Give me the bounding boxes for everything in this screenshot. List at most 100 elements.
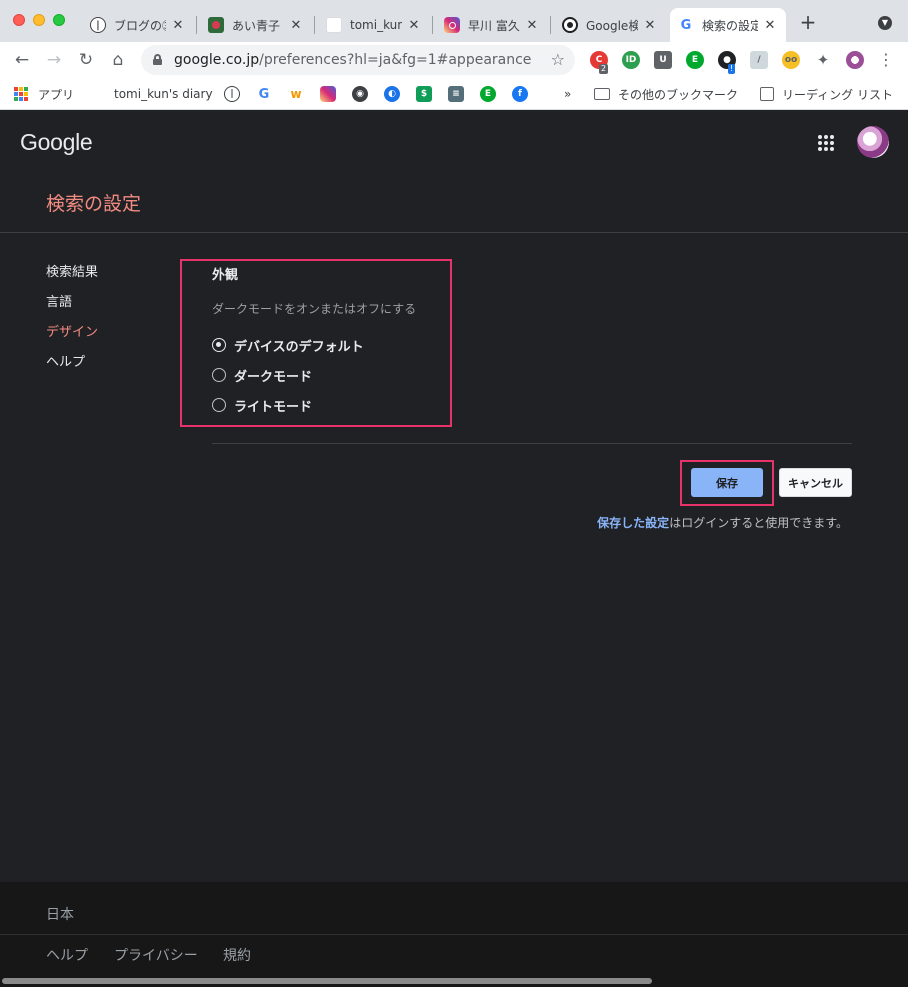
- cancel-button[interactable]: キャンセル: [779, 468, 852, 497]
- extension-doc-icon[interactable]: /: [750, 51, 768, 69]
- dollar-icon: $: [416, 86, 432, 102]
- google-icon: G: [258, 86, 270, 102]
- bookmark-w[interactable]: w: [288, 84, 304, 104]
- appearance-heading: 外観: [212, 268, 239, 283]
- bookmark-other-folder[interactable]: その他のブックマーク: [594, 84, 738, 104]
- extension-face-icon[interactable]: oo: [782, 51, 800, 69]
- tab-search-menu-icon[interactable]: ▼: [878, 16, 892, 30]
- tab-title: あい青子: [232, 18, 281, 33]
- sidenav-item-help[interactable]: ヘルプ: [46, 351, 85, 370]
- lock-icon[interactable]: [153, 54, 162, 65]
- radio-device-default[interactable]: デバイスのデフォルト: [212, 336, 364, 355]
- sidenav-item-design[interactable]: デザイン: [46, 321, 98, 340]
- bookmark-star-icon[interactable]: ☆: [551, 50, 565, 69]
- reading-list-icon: [760, 87, 774, 101]
- bookmark-label: tomi_kun's diary: [114, 87, 213, 101]
- bookmark-facebook[interactable]: f: [512, 84, 528, 104]
- horizontal-scrollbar[interactable]: [2, 978, 652, 984]
- bookmark-dollar[interactable]: $: [416, 84, 432, 104]
- minimize-window-button[interactable]: [33, 14, 45, 26]
- puzzle-icon[interactable]: ✦: [814, 51, 832, 69]
- list-icon: ≡: [448, 86, 464, 102]
- extension-badge: 2: [599, 64, 609, 74]
- flower-icon: [208, 17, 224, 33]
- instagram-icon: [444, 17, 460, 33]
- section-divider: [212, 443, 852, 444]
- profile-avatar-icon[interactable]: [846, 51, 864, 69]
- evernote-icon[interactable]: E: [686, 51, 704, 69]
- bookmark-label: アプリ: [38, 87, 75, 102]
- home-icon[interactable]: ⌂: [108, 50, 128, 70]
- radio-label: デバイスのデフォルト: [234, 339, 364, 355]
- tab-title: ブログの㉝: [114, 18, 166, 33]
- extension-shield-icon[interactable]: U: [654, 51, 672, 69]
- account-avatar[interactable]: [857, 126, 889, 158]
- blank-icon: [326, 17, 342, 33]
- sidenav-item-language[interactable]: 言語: [46, 291, 72, 310]
- tab-blog[interactable]: | ブログの㉝ ✕: [82, 8, 194, 42]
- globe-icon: ◉: [352, 86, 368, 102]
- bookmark-globe[interactable]: ◉: [352, 84, 368, 104]
- close-icon[interactable]: ✕: [288, 18, 304, 33]
- footer-country: 日本: [46, 907, 74, 923]
- tab-google-search[interactable]: Google検 ✕: [554, 8, 666, 42]
- tab-instagram[interactable]: 早川 富久 ✕: [436, 8, 548, 42]
- close-icon[interactable]: ✕: [170, 18, 186, 33]
- bookmark-google[interactable]: G: [256, 84, 272, 104]
- bookmark-label: リーディング リスト: [782, 87, 893, 102]
- bookmark-instagram[interactable]: [320, 84, 336, 104]
- bookmark-apps[interactable]: アプリ: [14, 84, 74, 104]
- more-menu-icon[interactable]: ⋮: [878, 50, 894, 70]
- bookmark-blog[interactable]: |: [224, 84, 240, 104]
- saved-settings-text: はログインすると使用できます。: [669, 516, 848, 530]
- bookmark-diary[interactable]: tomi_kun's diary: [114, 84, 213, 104]
- maximize-window-button[interactable]: [53, 14, 65, 26]
- footer-link-privacy[interactable]: プライバシー: [114, 945, 198, 965]
- reload-icon[interactable]: ↻: [76, 50, 96, 70]
- address-bar[interactable]: google.co.jp/preferences?hl=ja&fg=1#appe…: [141, 45, 575, 75]
- instagram-icon: [320, 86, 336, 102]
- save-button[interactable]: 保存: [691, 468, 763, 497]
- appearance-description: ダークモードをオンまたはオフにする: [212, 302, 417, 316]
- radio-label: ダークモード: [234, 369, 313, 385]
- radio-label: ライトモード: [234, 399, 313, 415]
- settings-page: Google 検索の設定 検索結果 言語 デザイン ヘルプ 外観 ダークモードを…: [0, 111, 908, 987]
- google-logo[interactable]: Google: [20, 129, 93, 156]
- radio-button[interactable]: [212, 398, 226, 412]
- blog-icon: |: [224, 86, 240, 102]
- tab-title: Google検: [586, 18, 638, 33]
- w-icon: w: [290, 87, 302, 101]
- tab-title: 検索の設定: [702, 18, 758, 33]
- bookmarks-bar: アプリ tomi_kun's diary | G w ◉ ◐ $ ≡ E f »…: [0, 78, 908, 110]
- saved-settings-link[interactable]: 保存した設定: [597, 516, 669, 530]
- sidenav-item-search-results[interactable]: 検索結果: [46, 261, 98, 280]
- close-icon[interactable]: ✕: [524, 18, 540, 33]
- radio-button[interactable]: [212, 368, 226, 382]
- close-window-button[interactable]: [13, 14, 25, 26]
- back-arrow-icon[interactable]: ←: [12, 50, 32, 70]
- tab-ai-aoko[interactable]: あい青子 ✕: [200, 8, 312, 42]
- close-icon[interactable]: ✕: [642, 18, 658, 33]
- bookmark-evernote[interactable]: E: [480, 84, 496, 104]
- header-divider: [0, 232, 908, 233]
- bookmark-swirl[interactable]: ◐: [384, 84, 400, 104]
- bookmark-list[interactable]: ≡: [448, 84, 464, 104]
- footer-link-help[interactable]: ヘルプ: [46, 945, 88, 965]
- footer-link-terms[interactable]: 規約: [223, 945, 251, 965]
- radio-button-checked[interactable]: [212, 338, 226, 352]
- bookmark-reading-list[interactable]: リーディング リスト: [760, 84, 893, 104]
- close-icon[interactable]: ✕: [762, 18, 778, 33]
- google-apps-icon[interactable]: [818, 135, 834, 151]
- new-tab-button[interactable]: +: [798, 12, 818, 32]
- bookmark-overflow[interactable]: »: [564, 84, 571, 104]
- apps-grid-icon: [14, 87, 28, 101]
- radio-dark-mode[interactable]: ダークモード: [212, 366, 313, 385]
- blog-icon: |: [90, 17, 106, 33]
- saved-settings-note: 保存した設定はログインすると使用できます。: [597, 514, 848, 531]
- tab-tomi-kun[interactable]: tomi_kun ✕: [318, 8, 430, 42]
- extension-green-icon[interactable]: ID: [622, 51, 640, 69]
- forward-arrow-icon[interactable]: →: [44, 50, 64, 70]
- radio-light-mode[interactable]: ライトモード: [212, 396, 313, 415]
- close-icon[interactable]: ✕: [406, 18, 422, 33]
- tab-search-settings[interactable]: G 検索の設定 ✕: [670, 8, 786, 42]
